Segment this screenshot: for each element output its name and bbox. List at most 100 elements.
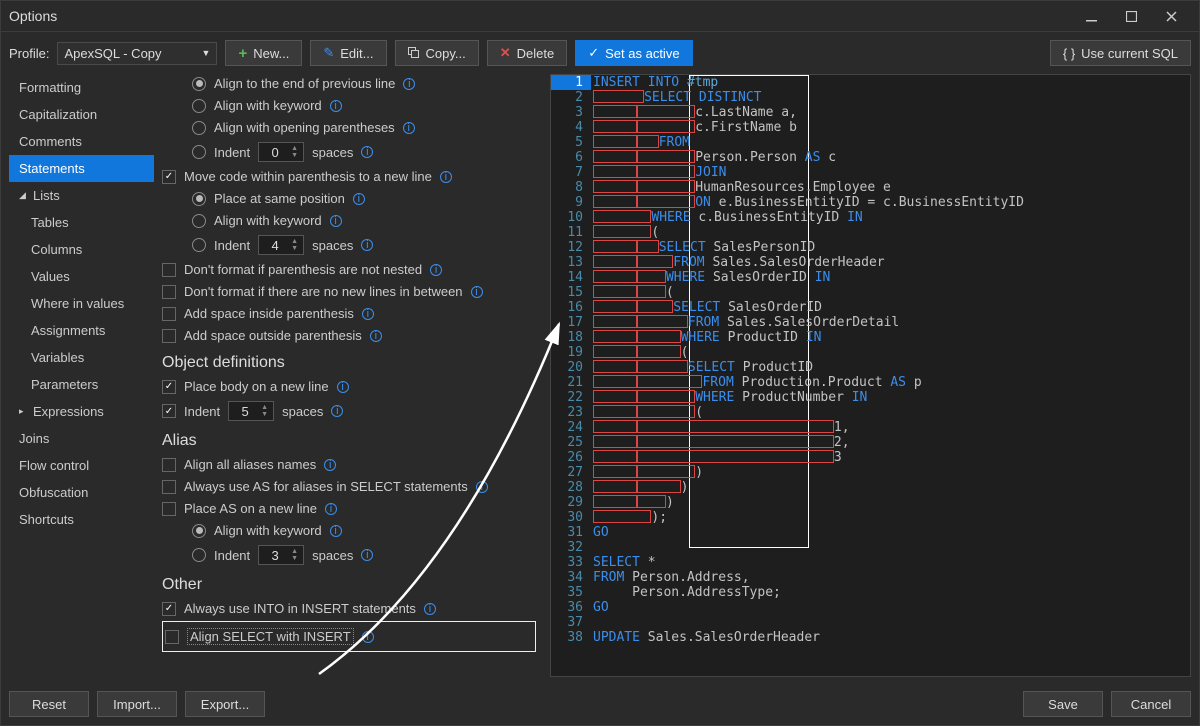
code-preview-panel: 1INSERT INTO #tmp2SELECT DISTINCT3c.Last… bbox=[550, 74, 1191, 677]
label: Indent bbox=[214, 238, 250, 253]
reset-button[interactable]: Reset bbox=[9, 691, 89, 717]
info-icon[interactable]: i bbox=[324, 459, 336, 471]
opt-align-keyword-2[interactable]: Align with keywordi bbox=[162, 211, 536, 230]
label: Indent bbox=[214, 548, 250, 563]
code-line: 30); bbox=[551, 510, 1190, 525]
nav-capitalization[interactable]: Capitalization bbox=[9, 101, 154, 128]
info-icon[interactable]: i bbox=[362, 308, 374, 320]
opt-dont-format-no-newlines[interactable]: Don't format if there are no new lines i… bbox=[162, 282, 536, 301]
nav-variables[interactable]: Variables bbox=[9, 344, 154, 371]
indent-spinner-4[interactable]: 4▲▼ bbox=[258, 235, 304, 255]
nav-joins[interactable]: Joins bbox=[9, 425, 154, 452]
edit-button[interactable]: ✎Edit... bbox=[310, 40, 386, 66]
opt-dont-format-nested[interactable]: Don't format if parenthesis are not nest… bbox=[162, 260, 536, 279]
info-icon[interactable]: i bbox=[430, 264, 442, 276]
info-icon[interactable]: i bbox=[331, 405, 343, 417]
opt-align-open-paren[interactable]: Align with opening parenthesesi bbox=[162, 118, 536, 137]
section-object-definitions: Object definitions bbox=[162, 348, 536, 374]
nav-comments[interactable]: Comments bbox=[9, 128, 154, 155]
opt-indent-4[interactable]: Indent 4▲▼ spacesi bbox=[162, 233, 536, 257]
delete-button[interactable]: ✕Delete bbox=[487, 40, 567, 66]
nav-parameters[interactable]: Parameters bbox=[9, 371, 154, 398]
info-icon[interactable]: i bbox=[330, 100, 342, 112]
info-icon[interactable]: i bbox=[361, 549, 373, 561]
spaces-label: spaces bbox=[312, 238, 353, 253]
opt-indent-5[interactable]: Indent5▲▼spacesi bbox=[162, 399, 536, 423]
opt-always-use-into[interactable]: Always use INTO in INSERT statementsi bbox=[162, 599, 536, 618]
code-text: ( bbox=[591, 405, 1190, 420]
line-number: 17 bbox=[551, 315, 591, 330]
info-icon[interactable]: i bbox=[471, 286, 483, 298]
set-active-button[interactable]: ✓Set as active bbox=[575, 40, 692, 66]
minimize-button[interactable] bbox=[1071, 4, 1111, 28]
opt-always-use-as[interactable]: Always use AS for aliases in SELECT stat… bbox=[162, 477, 536, 496]
info-icon[interactable]: i bbox=[440, 171, 452, 183]
save-button[interactable]: Save bbox=[1023, 691, 1103, 717]
opt-indent-3[interactable]: Indent3▲▼spacesi bbox=[162, 543, 536, 567]
info-icon[interactable]: i bbox=[353, 193, 365, 205]
cancel-button[interactable]: Cancel bbox=[1111, 691, 1191, 717]
code-text: WHERE ProductNumber IN bbox=[591, 390, 1190, 405]
info-icon[interactable]: i bbox=[330, 525, 342, 537]
copy-button[interactable]: Copy... bbox=[395, 40, 479, 66]
code-line: 15( bbox=[551, 285, 1190, 300]
nav-values[interactable]: Values bbox=[9, 263, 154, 290]
export-button[interactable]: Export... bbox=[185, 691, 265, 717]
nav-formatting[interactable]: Formatting bbox=[9, 74, 154, 101]
code-editor[interactable]: 1INSERT INTO #tmp2SELECT DISTINCT3c.Last… bbox=[551, 75, 1190, 676]
opt-align-keyword-3[interactable]: Align with keywordi bbox=[162, 521, 536, 540]
opt-place-body-newline[interactable]: Place body on a new linei bbox=[162, 377, 536, 396]
use-current-sql-button[interactable]: { }Use current SQL bbox=[1050, 40, 1191, 66]
import-button[interactable]: Import... bbox=[97, 691, 177, 717]
checkbox bbox=[162, 170, 176, 184]
export-label: Export... bbox=[201, 697, 249, 712]
maximize-button[interactable] bbox=[1111, 4, 1151, 28]
new-button[interactable]: +New... bbox=[225, 40, 302, 66]
opt-add-space-outside[interactable]: Add space outside parenthesisi bbox=[162, 326, 536, 345]
info-icon[interactable]: i bbox=[362, 631, 374, 643]
nav-obfuscation[interactable]: Obfuscation bbox=[9, 479, 154, 506]
nav-expressions[interactable]: ▸Expressions bbox=[9, 398, 154, 425]
profile-dropdown[interactable]: ApexSQL - Copy ▼ bbox=[57, 42, 217, 65]
info-icon[interactable]: i bbox=[325, 503, 337, 515]
nav-assignments[interactable]: Assignments bbox=[9, 317, 154, 344]
code-text: Person.Person AS c bbox=[591, 150, 1190, 165]
opt-place-same-pos[interactable]: Place at same positioni bbox=[162, 189, 536, 208]
nav-where-in-values[interactable]: Where in values bbox=[9, 290, 154, 317]
opt-add-space-inside[interactable]: Add space inside parenthesisi bbox=[162, 304, 536, 323]
code-line: 16SELECT SalesOrderID bbox=[551, 300, 1190, 315]
opt-align-all-aliases[interactable]: Align all aliases namesi bbox=[162, 455, 536, 474]
code-line: 34FROM Person.Address, bbox=[551, 570, 1190, 585]
info-icon[interactable]: i bbox=[476, 481, 488, 493]
nav-sidebar: Formatting Capitalization Comments State… bbox=[9, 74, 154, 677]
info-icon[interactable]: i bbox=[403, 122, 415, 134]
highlighted-option: Align SELECT with INSERTi bbox=[162, 621, 536, 652]
info-icon[interactable]: i bbox=[370, 330, 382, 342]
opt-move-code-paren[interactable]: Move code within parenthesis to a new li… bbox=[162, 167, 536, 186]
info-icon[interactable]: i bbox=[403, 78, 415, 90]
nav-lists-header[interactable]: ◢Lists bbox=[9, 182, 154, 209]
nav-shortcuts[interactable]: Shortcuts bbox=[9, 506, 154, 533]
opt-align-select-insert[interactable]: Align SELECT with INSERTi bbox=[165, 626, 533, 647]
info-icon[interactable]: i bbox=[361, 146, 373, 158]
info-icon[interactable]: i bbox=[337, 381, 349, 393]
code-text: ) bbox=[591, 480, 1190, 495]
nav-flow-control[interactable]: Flow control bbox=[9, 452, 154, 479]
indent-spinner-0[interactable]: 0▲▼ bbox=[258, 142, 304, 162]
indent-spinner-5[interactable]: 5▲▼ bbox=[228, 401, 274, 421]
opt-indent-0[interactable]: Indent0▲▼spacesi bbox=[162, 140, 536, 164]
close-button[interactable] bbox=[1151, 4, 1191, 28]
opt-place-as-newline[interactable]: Place AS on a new linei bbox=[162, 499, 536, 518]
titlebar: Options bbox=[1, 1, 1199, 31]
info-icon[interactable]: i bbox=[424, 603, 436, 615]
nav-statements[interactable]: Statements bbox=[9, 155, 154, 182]
code-text: SELECT DISTINCT bbox=[591, 90, 1190, 105]
indent-spinner-3[interactable]: 3▲▼ bbox=[258, 545, 304, 565]
opt-align-keyword-1[interactable]: Align with keywordi bbox=[162, 96, 536, 115]
nav-columns[interactable]: Columns bbox=[9, 236, 154, 263]
info-icon[interactable]: i bbox=[361, 239, 373, 251]
info-icon[interactable]: i bbox=[330, 215, 342, 227]
opt-align-end-prev[interactable]: Align to the end of previous linei bbox=[162, 74, 536, 93]
line-number: 21 bbox=[551, 375, 591, 390]
nav-tables[interactable]: Tables bbox=[9, 209, 154, 236]
